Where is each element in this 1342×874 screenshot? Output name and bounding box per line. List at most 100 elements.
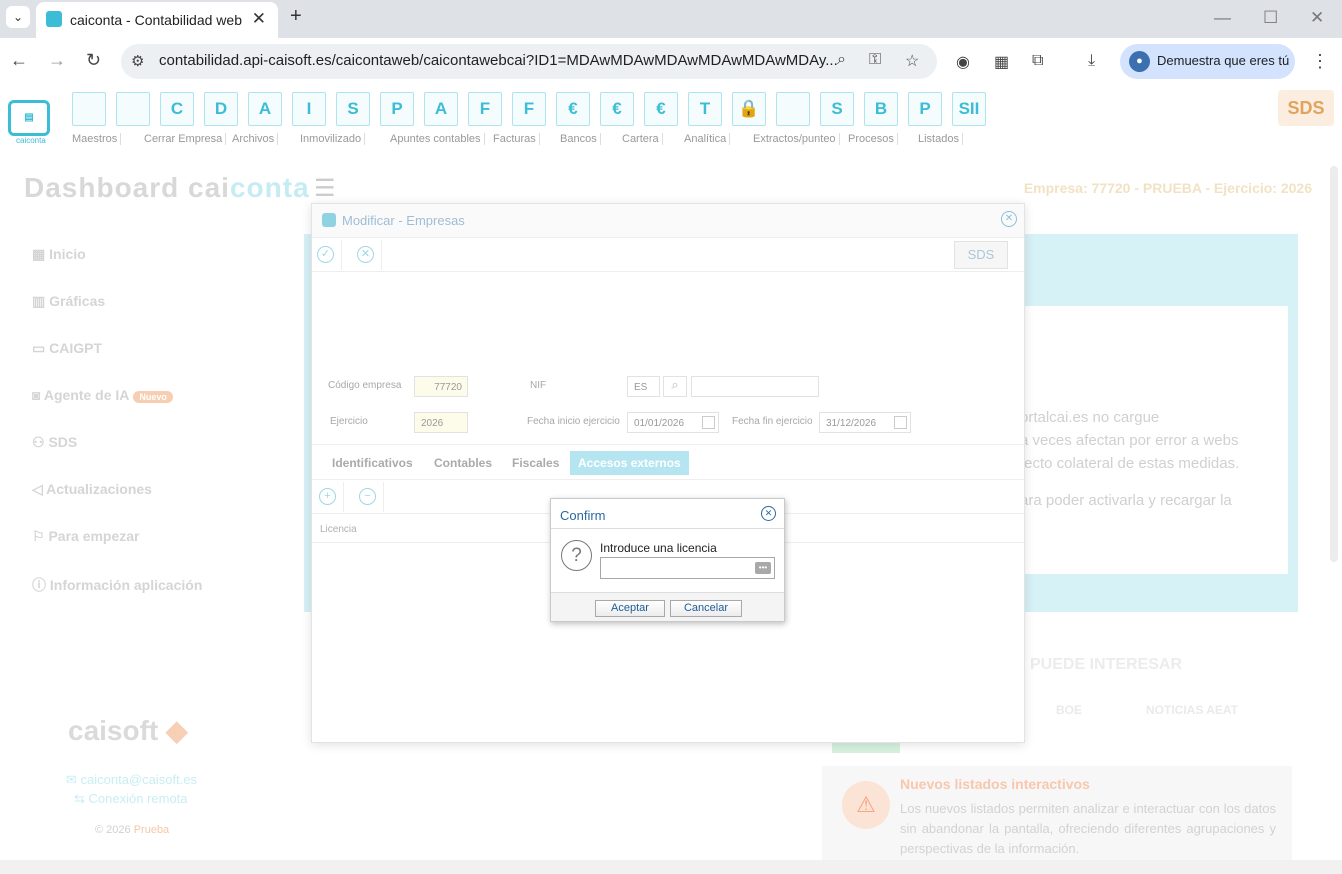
browser-tab[interactable]: caiconta - Contabilidad web ✕ [36, 2, 278, 38]
menu-anal-tica[interactable]: Analítica [684, 133, 731, 145]
tab-fiscales[interactable]: Fiscales [504, 451, 567, 475]
dialog-close-icon[interactable]: ✕ [1001, 211, 1017, 227]
nif-search-icon[interactable]: ⌕ [663, 376, 687, 397]
bookmark-star-icon[interactable]: ☆ [905, 51, 919, 71]
menu-archivos[interactable]: Archivos [232, 133, 279, 145]
minimize-icon[interactable]: — [1214, 8, 1231, 28]
pg-icon[interactable]: P [908, 92, 942, 126]
contact-info: ✉ caiconta@caisoft.es ⇆ Conexión remota [66, 770, 197, 808]
ctas-icon[interactable]: C [160, 92, 194, 126]
menu-maestros[interactable]: Maestros [72, 133, 122, 145]
bsit-icon[interactable]: B [864, 92, 898, 126]
dh-icon[interactable]: T [688, 92, 722, 126]
tab-boe[interactable]: BOE [1056, 703, 1082, 717]
fecha-inicio-field[interactable]: 01/01/2026 [627, 412, 719, 433]
menu-bancos[interactable]: Bancos [560, 133, 601, 145]
column-header-licencia[interactable]: Licencia [320, 524, 357, 535]
zoom-icon[interactable]: ⌕ [837, 51, 846, 69]
acre-icon[interactable]: A [248, 92, 282, 126]
maximize-icon[interactable]: ☐ [1263, 8, 1278, 28]
extension-qr-icon[interactable]: ▦ [994, 52, 1009, 72]
browser-menu-icon[interactable]: ⋮ [1311, 51, 1329, 72]
confirm-body: ? Introduce una licencia ••• [551, 529, 784, 592]
frec-icon[interactable]: F [512, 92, 546, 126]
reload-icon[interactable]: ↻ [86, 50, 101, 71]
hamburger-icon[interactable]: ☰ [314, 174, 336, 203]
key-icon[interactable]: ⚿ [869, 51, 881, 69]
sii-icon[interactable]: SII [952, 92, 986, 126]
calendar-icon[interactable] [702, 416, 715, 429]
caiconta-logo[interactable]: ▤ [8, 100, 50, 136]
sidebar-item-agente[interactable]: ◙ Agente de IA Nuevo [32, 387, 262, 403]
profile-button[interactable]: ● Demuestra que eres tú [1120, 44, 1295, 79]
fecha-fin-field[interactable]: 31/12/2026 [819, 412, 911, 433]
calendar-icon[interactable] [894, 416, 907, 429]
tab-close-icon[interactable]: ✕ [252, 9, 266, 29]
menu-extractos-punteo[interactable]: Extractos/punteo [753, 133, 840, 145]
ejercicio-field[interactable]: 2026 [414, 412, 468, 433]
email-link[interactable]: ✉ caiconta@caisoft.es [66, 770, 197, 789]
extension-globe-icon[interactable]: ◉ [956, 52, 970, 72]
money-bag-icon[interactable]: € [556, 92, 590, 126]
cancel-button[interactable]: ✕ [352, 240, 382, 270]
accept-button[interactable]: ✓ [312, 240, 342, 270]
sds-user-button[interactable]: SDS [954, 241, 1008, 269]
deud-icon[interactable]: D [204, 92, 238, 126]
confirm-close-icon[interactable]: ✕ [761, 506, 776, 521]
menu-facturas[interactable]: Facturas [493, 133, 540, 145]
news-title[interactable]: Nuevos listados interactivos [900, 776, 1090, 792]
folder-icon[interactable] [72, 92, 106, 126]
add-row-button[interactable]: + [314, 482, 344, 512]
menu-cartera[interactable]: Cartera [622, 133, 663, 145]
sidebar-item-sds[interactable]: ⚇ SDS [32, 434, 262, 451]
sidebar-item-actualizaciones[interactable]: ◁ Actualizaciones [32, 481, 262, 498]
nif-field[interactable] [691, 376, 819, 397]
confirm-title: Confirm [560, 508, 606, 523]
tab-noticias[interactable]: NOTICIAS AEAT [1146, 703, 1238, 717]
cancelar-button[interactable]: Cancelar [670, 600, 742, 617]
nif-country-field[interactable]: ES [627, 376, 660, 397]
menu-procesos[interactable]: Procesos [848, 133, 898, 145]
tab-identificativos[interactable]: Identificativos [324, 451, 421, 475]
document-icon[interactable] [776, 92, 810, 126]
sidebar-item-inicio[interactable]: ▦ Inicio [32, 246, 262, 263]
site-info-icon[interactable]: ⚙ [131, 52, 144, 70]
calendar-icon[interactable] [116, 92, 150, 126]
subv-icon[interactable]: S [336, 92, 370, 126]
tab-search-button[interactable]: ⌄ [6, 6, 30, 28]
inmv-icon[interactable]: I [292, 92, 326, 126]
ss-icon[interactable]: S [820, 92, 854, 126]
acon-icon[interactable]: A [424, 92, 458, 126]
back-icon[interactable]: ← [10, 50, 28, 71]
euro-p-icon[interactable]: € [644, 92, 678, 126]
codigo-field[interactable]: 77720 [414, 376, 468, 397]
licencia-input[interactable]: ••• [600, 557, 775, 579]
tab-contables[interactable]: Contables [426, 451, 500, 475]
remove-row-button[interactable]: − [354, 482, 384, 512]
lock-icon[interactable]: 🔒 [732, 92, 766, 126]
remote-link[interactable]: ⇆ Conexión remota [74, 789, 197, 808]
menu-apuntes-contables[interactable]: Apuntes contables [390, 133, 485, 145]
sidebar-item-para-empezar[interactable]: ⚐ Para empezar [32, 528, 262, 545]
fexp-icon[interactable]: F [468, 92, 502, 126]
menu-listados[interactable]: Listados [918, 133, 963, 145]
sds-logo[interactable]: SDS [1278, 90, 1334, 126]
menu-inmovilizado[interactable]: Inmovilizado [300, 133, 366, 145]
close-window-icon[interactable]: ✕ [1310, 8, 1324, 28]
sidebar-item-informacion[interactable]: ⓘ Información aplicación [32, 575, 262, 595]
sidebar-item-caigpt[interactable]: ▭ CAIGPT [32, 340, 262, 357]
tab-accesos-externos[interactable]: Accesos externos [570, 451, 689, 475]
pred-icon[interactable]: P [380, 92, 414, 126]
new-tab-button[interactable]: + [290, 5, 302, 28]
euro-c-icon[interactable]: € [600, 92, 634, 126]
extensions-puzzle-icon[interactable]: ⧉ [1032, 52, 1043, 70]
aceptar-button[interactable]: Aceptar [595, 600, 665, 617]
forward-icon[interactable]: → [48, 50, 66, 71]
menu-cerrar-empresa[interactable]: Cerrar Empresa [144, 133, 227, 145]
download-icon[interactable]: ⤓ [1088, 52, 1095, 70]
banner-text: ortalcai.es no cargue a veces afectan po… [1020, 409, 1240, 509]
ellipsis-icon[interactable]: ••• [755, 562, 771, 574]
url-field[interactable]: ⚙ contabilidad.api-caisoft.es/caicontawe… [121, 44, 937, 79]
page-scrollbar[interactable] [1330, 166, 1338, 562]
sidebar-item-graficas[interactable]: ▥ Gráficas [32, 293, 262, 310]
